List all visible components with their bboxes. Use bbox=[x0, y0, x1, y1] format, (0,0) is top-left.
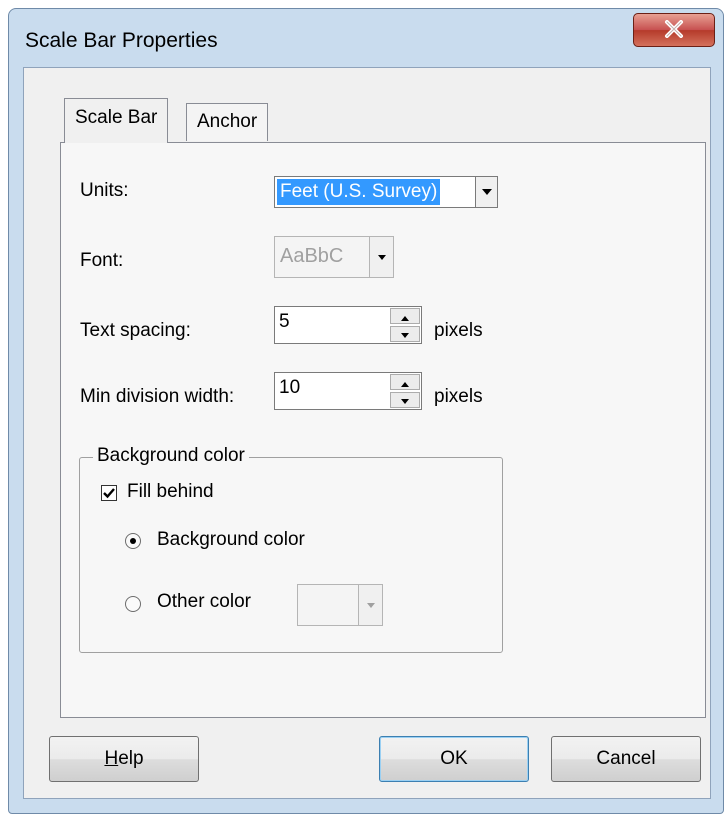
text-spacing-value: 5 bbox=[279, 311, 290, 332]
dialog-window: Scale Bar Properties Scale Bar Anchor Un… bbox=[8, 8, 724, 814]
background-color-legend: Background color bbox=[93, 445, 249, 467]
ok-button[interactable]: OK bbox=[379, 736, 529, 782]
min-division-spinner[interactable]: 10 bbox=[274, 372, 422, 410]
window-title: Scale Bar Properties bbox=[25, 29, 218, 52]
min-division-label: Min division width: bbox=[80, 386, 235, 407]
min-division-unit: pixels bbox=[434, 386, 483, 407]
checkmark-icon bbox=[103, 488, 115, 499]
arrow-down-icon bbox=[401, 333, 409, 338]
min-division-up-button[interactable] bbox=[390, 374, 420, 390]
units-value: Feet (U.S. Survey) bbox=[277, 179, 441, 205]
cancel-button[interactable]: Cancel bbox=[551, 736, 701, 782]
text-spacing-up-button[interactable] bbox=[390, 308, 420, 324]
tab-scale-bar[interactable]: Scale Bar bbox=[64, 98, 169, 143]
other-color-radio[interactable] bbox=[125, 596, 141, 612]
chevron-down-icon bbox=[377, 255, 386, 260]
help-button-accel: H bbox=[104, 748, 119, 769]
font-label: Font: bbox=[80, 250, 124, 271]
help-button[interactable]: Help bbox=[49, 736, 199, 782]
font-dropdown-arrow[interactable] bbox=[369, 237, 393, 277]
radio-selected-dot bbox=[130, 538, 136, 544]
arrow-up-icon bbox=[401, 382, 409, 387]
min-division-value: 10 bbox=[279, 377, 301, 398]
fill-behind-label[interactable]: Fill behind bbox=[127, 481, 214, 503]
help-button-label: elp bbox=[118, 748, 144, 769]
background-color-radio[interactable] bbox=[125, 533, 141, 549]
background-color-radio-label[interactable]: Background color bbox=[157, 529, 305, 551]
fill-behind-checkbox[interactable] bbox=[101, 485, 117, 501]
arrow-up-icon bbox=[401, 316, 409, 321]
tab-anchor[interactable]: Anchor bbox=[186, 103, 269, 141]
font-preview: AaBbC bbox=[280, 245, 344, 267]
other-color-radio-label[interactable]: Other color bbox=[157, 591, 251, 613]
other-color-dropdown[interactable] bbox=[297, 584, 383, 626]
font-dropdown[interactable]: AaBbC bbox=[274, 236, 394, 278]
chevron-down-icon bbox=[366, 603, 375, 608]
text-spacing-down-button[interactable] bbox=[390, 326, 420, 342]
other-color-dropdown-arrow[interactable] bbox=[358, 585, 382, 625]
text-spacing-label: Text spacing: bbox=[80, 320, 191, 341]
chevron-down-icon bbox=[481, 189, 492, 195]
min-division-down-button[interactable] bbox=[390, 392, 420, 408]
title-bar[interactable]: Scale Bar Properties bbox=[9, 9, 723, 67]
text-spacing-spinner[interactable]: 5 bbox=[274, 306, 422, 344]
units-dropdown-arrow[interactable] bbox=[475, 177, 497, 207]
units-dropdown[interactable]: Feet (U.S. Survey) bbox=[274, 176, 498, 208]
text-spacing-unit: pixels bbox=[434, 320, 483, 341]
close-icon bbox=[665, 20, 683, 38]
close-button[interactable] bbox=[633, 13, 715, 47]
dialog-client-area: Scale Bar Anchor Units: Feet (U.S. Surve… bbox=[23, 67, 711, 799]
arrow-down-icon bbox=[401, 399, 409, 404]
units-label: Units: bbox=[80, 180, 129, 201]
